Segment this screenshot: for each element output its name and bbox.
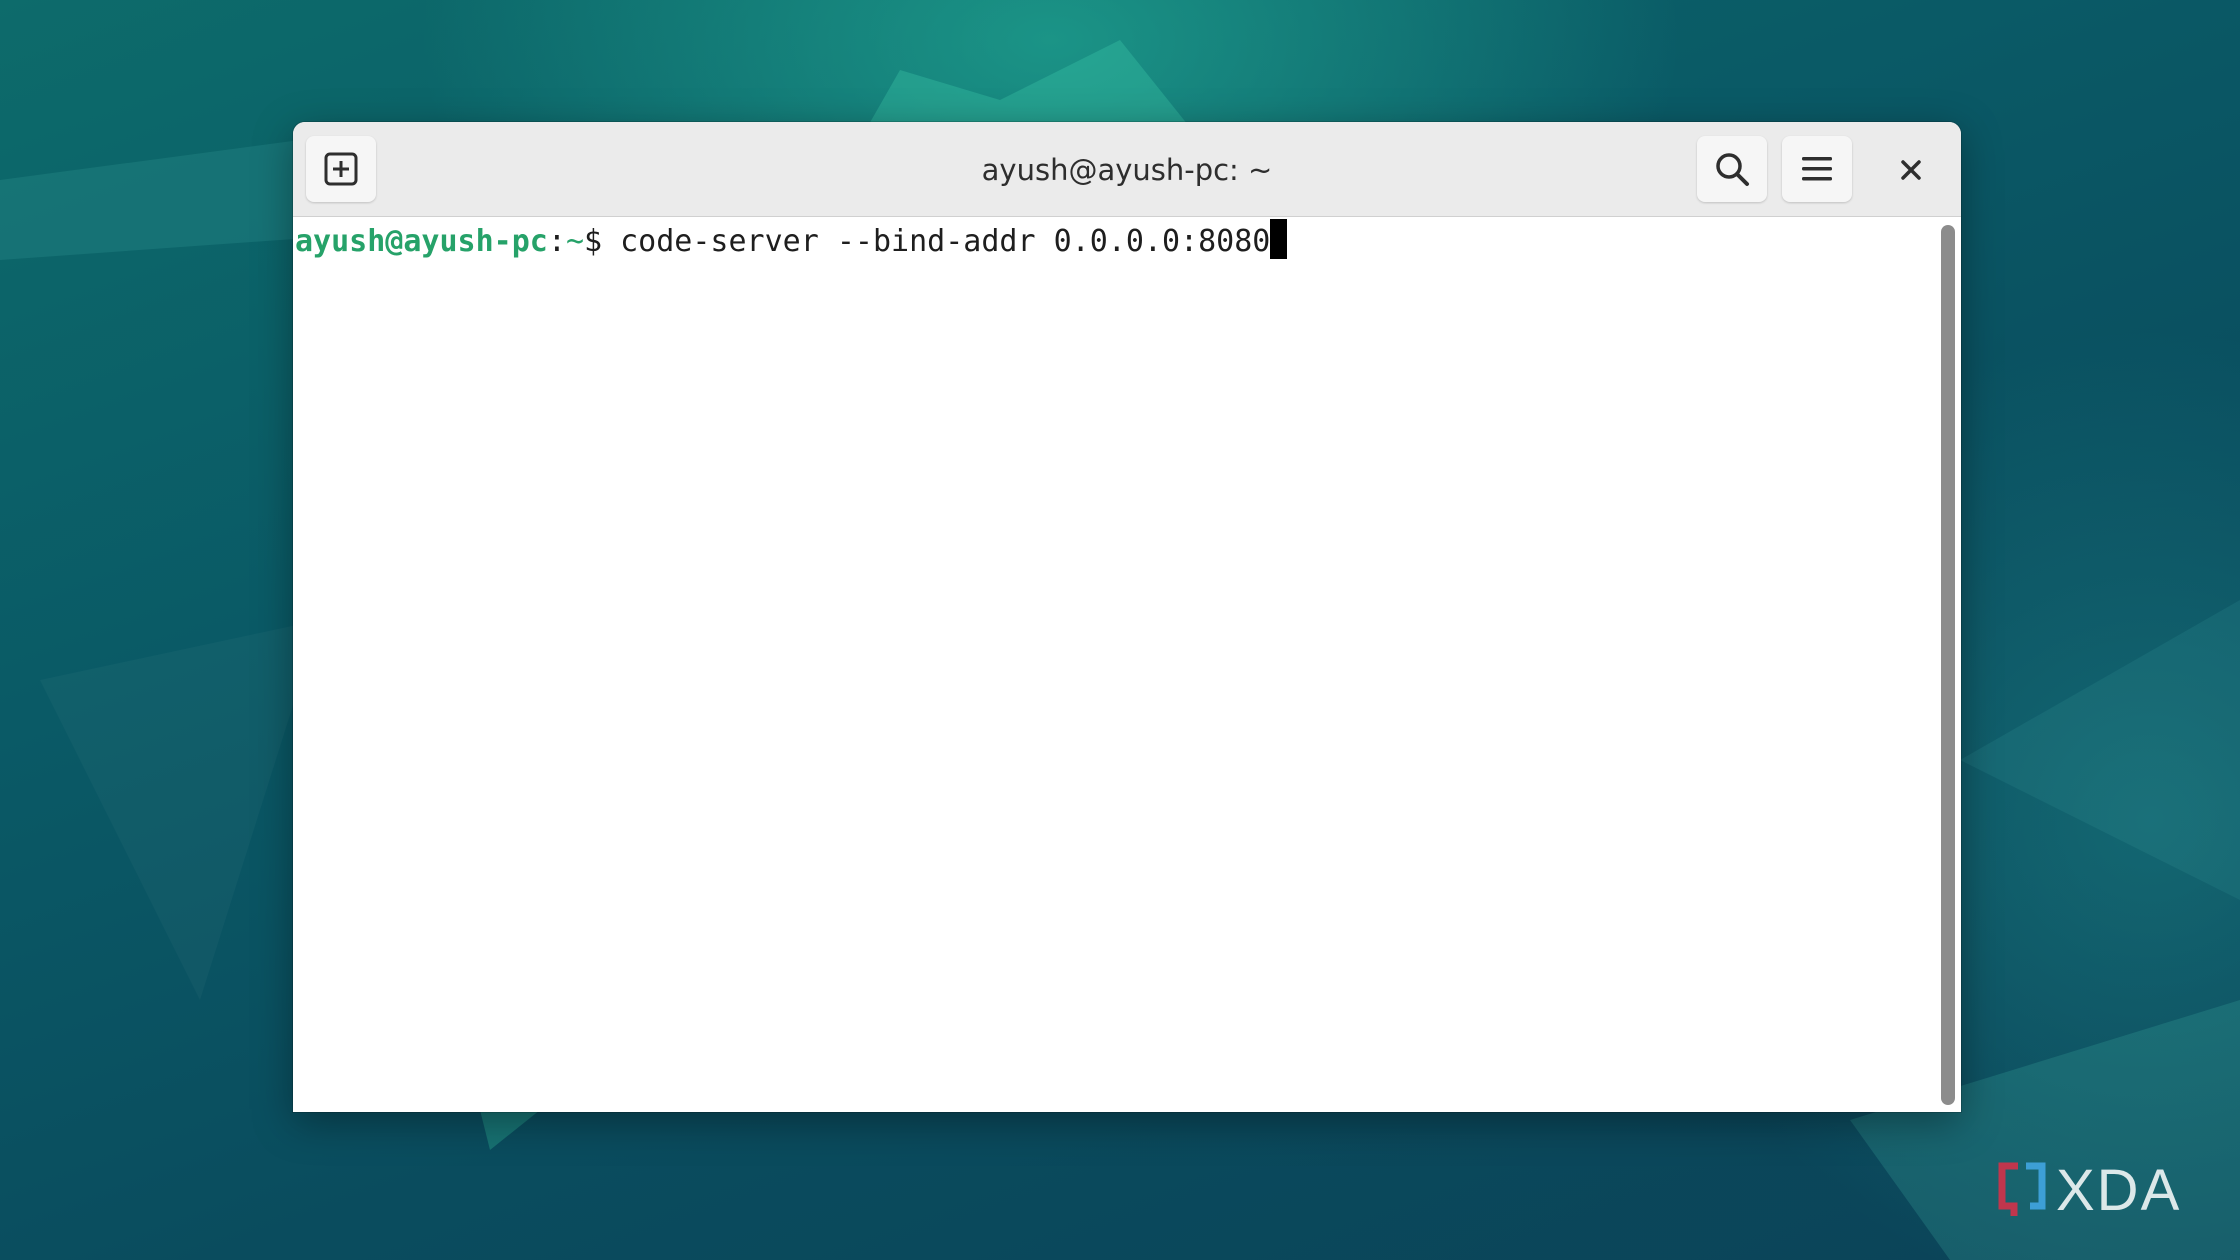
hamburger-menu-icon [1802,157,1832,181]
xda-logo-text: XDA [2056,1157,2182,1223]
header-bar: ayush@ayush-pc: ~ [293,122,1961,217]
xda-logo-icon [1998,1162,2046,1216]
prompt-symbol: $ [584,224,621,259]
terminal-line: ayush@ayush-pc:~$ code-server --bind-add… [295,217,1933,267]
new-tab-button[interactable] [306,136,376,202]
search-button[interactable] [1697,136,1767,202]
text-cursor [1270,219,1288,259]
new-tab-plus-square-icon [324,152,358,186]
command-text: code-server --bind-addr 0.0.0.0:8080 [620,224,1271,259]
prompt-path: ~ [565,224,584,259]
close-x-icon [1901,160,1921,180]
close-button[interactable] [1889,148,1933,192]
prompt-separator: : [547,224,566,259]
terminal-output[interactable]: ayush@ayush-pc:~$ code-server --bind-add… [293,217,1933,1112]
prompt-user-host: ayush@ayush-pc [295,224,548,259]
terminal-window: ayush@ayush-pc: ~ ayush@ayush-pc:~$ code… [293,122,1961,1112]
main-menu-button[interactable] [1782,136,1852,202]
terminal-scrollbar[interactable] [1933,217,1961,1112]
search-icon [1716,153,1749,186]
scrollbar-thumb[interactable] [1941,225,1955,1105]
xda-watermark: XDA [1996,1158,2181,1223]
